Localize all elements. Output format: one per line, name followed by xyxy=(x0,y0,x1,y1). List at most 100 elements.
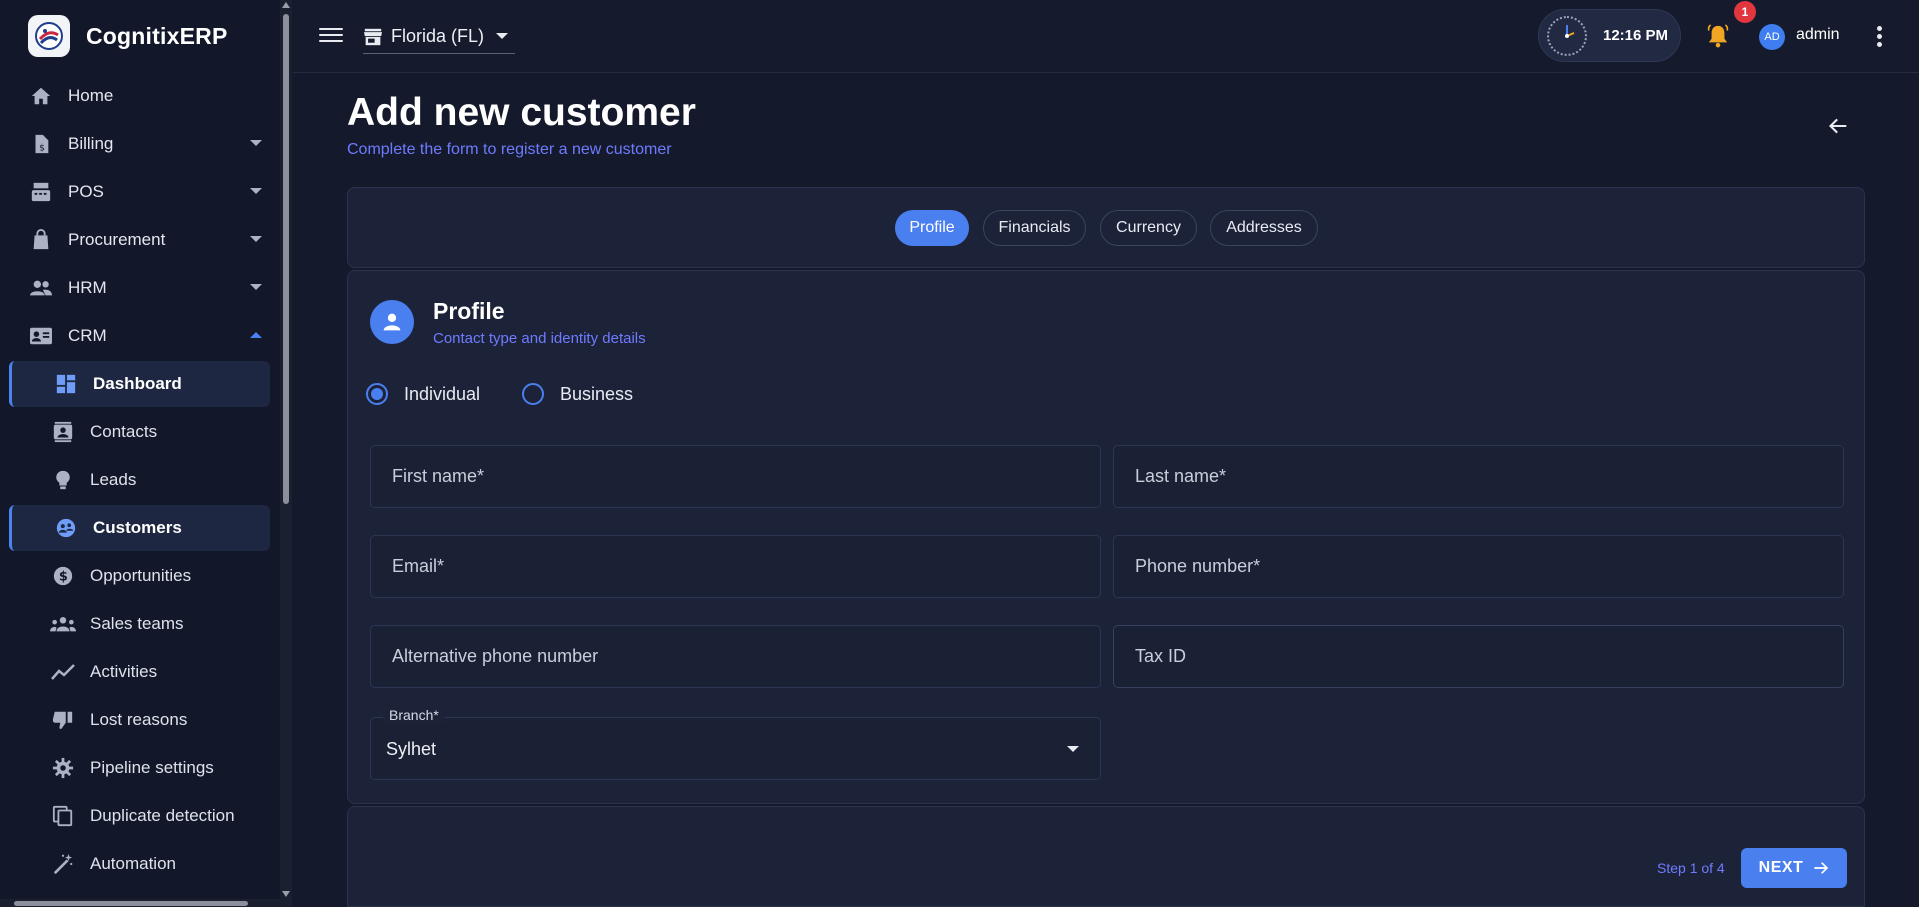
sidebar-item-label: Customers xyxy=(93,518,182,537)
sidebar-item-label: Lost reasons xyxy=(90,710,188,729)
page-subtitle: Complete the form to register a new cust… xyxy=(347,141,672,158)
chevron-down-icon xyxy=(250,188,262,194)
last-name-input[interactable] xyxy=(1114,446,1843,507)
scroll-up-arrow-icon[interactable] xyxy=(282,2,290,8)
last-name-field[interactable] xyxy=(1113,445,1844,508)
phone-field[interactable] xyxy=(1113,535,1844,598)
sidebar-item-activities[interactable]: Activities xyxy=(0,648,280,696)
radio-ring[interactable] xyxy=(366,383,388,405)
radio-individual[interactable]: Individual xyxy=(366,383,480,405)
form-footer: Step 1 of 4 NEXT xyxy=(347,806,1865,907)
thumb-down-icon xyxy=(50,707,76,733)
back-arrow-icon[interactable] xyxy=(1828,116,1848,141)
chevron-down-icon xyxy=(250,140,262,146)
sidebar-item-automation[interactable]: Automation xyxy=(0,840,280,888)
sidebar-item-dashboard[interactable]: Dashboard xyxy=(9,361,270,407)
sidebar-scrollbar[interactable] xyxy=(280,0,292,907)
sidebar-item-label: CRM xyxy=(68,326,107,345)
brand-logo xyxy=(28,15,70,57)
sidebar-item-contacts[interactable]: Contacts xyxy=(0,408,280,456)
wand-icon xyxy=(50,851,76,877)
sidebar-item-leads[interactable]: Leads xyxy=(0,456,280,504)
sidebar-item-lost-reasons[interactable]: Lost reasons xyxy=(0,696,280,744)
sidebar-item-crm[interactable]: CRM xyxy=(0,312,280,360)
first-name-field[interactable] xyxy=(370,445,1101,508)
dashboard-icon xyxy=(53,371,79,397)
menu-icon[interactable] xyxy=(319,24,343,48)
hrm-icon xyxy=(28,275,54,301)
customers-icon xyxy=(53,515,79,541)
horizontal-scroll-thumb[interactable] xyxy=(14,901,248,906)
contacts-icon xyxy=(50,419,76,445)
store-selector[interactable]: Florida (FL) xyxy=(363,20,515,54)
sidebar-horizontal-scrollbar[interactable] xyxy=(0,899,280,907)
scroll-thumb[interactable] xyxy=(283,14,289,504)
copy-icon xyxy=(50,803,76,829)
clock-time: 12:16 PM xyxy=(1603,27,1669,44)
section-title: Profile xyxy=(433,298,505,324)
tab-financials[interactable]: Financials xyxy=(983,210,1086,246)
sidebar-item-hrm[interactable]: HRM xyxy=(0,264,280,312)
tax-id-field[interactable] xyxy=(1113,625,1844,688)
step-indicator: Step 1 of 4 xyxy=(1657,860,1725,876)
sidebar-item-label: POS xyxy=(68,182,104,201)
sidebar-item-pos[interactable]: POS xyxy=(0,168,280,216)
svg-text:$: $ xyxy=(59,570,68,585)
phone-input[interactable] xyxy=(1114,536,1843,597)
sidebar-item-label: Automation xyxy=(90,854,176,873)
brand[interactable]: CognitixERP xyxy=(0,0,291,72)
tax-id-input[interactable] xyxy=(1114,626,1843,687)
brand-name: CognitixERP xyxy=(86,22,228,49)
sidebar-item-opportunities[interactable]: $ Opportunities xyxy=(0,552,280,600)
username[interactable]: admin xyxy=(1796,26,1840,44)
form-tabs: Profile Financials Currency Addresses xyxy=(347,187,1865,268)
pos-icon xyxy=(28,179,54,205)
chevron-down-icon xyxy=(496,32,509,39)
notification-bell-icon[interactable] xyxy=(1707,24,1729,53)
more-vert-icon[interactable] xyxy=(1877,26,1883,50)
avatar[interactable]: AD xyxy=(1759,24,1785,50)
sidebar-item-procurement[interactable]: Procurement xyxy=(0,216,280,264)
email-field[interactable] xyxy=(370,535,1101,598)
lightbulb-icon xyxy=(50,467,76,493)
sidebar-item-label: Contacts xyxy=(90,422,158,441)
gear-icon xyxy=(50,755,76,781)
first-name-input[interactable] xyxy=(371,446,1100,507)
profile-form: Profile Contact type and identity detail… xyxy=(347,270,1865,804)
sidebar-item-label: HRM xyxy=(68,278,107,297)
trend-icon xyxy=(50,659,76,685)
store-icon xyxy=(364,28,382,45)
chevron-up-icon xyxy=(250,332,262,338)
email-input[interactable] xyxy=(371,536,1100,597)
sidebar-item-pipeline-settings[interactable]: Pipeline settings xyxy=(0,744,280,792)
store-name: Florida (FL) xyxy=(391,26,485,46)
radio-business[interactable]: Business xyxy=(522,383,633,405)
tab-addresses[interactable]: Addresses xyxy=(1210,210,1318,246)
radio-label: Business xyxy=(560,383,634,404)
next-button[interactable]: NEXT xyxy=(1741,848,1847,888)
home-icon xyxy=(28,83,54,109)
sidebar-item-duplicate-detection[interactable]: Duplicate detection xyxy=(0,792,280,840)
alt-phone-field[interactable] xyxy=(370,625,1101,688)
arrow-right-icon xyxy=(1814,862,1829,874)
page-title: Add new customer xyxy=(347,91,696,134)
tab-profile[interactable]: Profile xyxy=(895,210,969,246)
chevron-down-icon xyxy=(250,284,262,290)
person-icon xyxy=(370,300,414,344)
sidebar-item-label: Activities xyxy=(90,662,158,681)
scroll-down-arrow-icon[interactable] xyxy=(282,891,290,897)
dollar-icon: $ xyxy=(50,563,76,589)
next-button-label: NEXT xyxy=(1758,859,1804,876)
branch-value: Sylhet xyxy=(386,739,437,759)
branch-select[interactable]: Branch* Sylhet xyxy=(370,707,1101,780)
sidebar: CognitixERP Home $ Billing POS Procureme… xyxy=(0,0,292,907)
sidebar-item-sales-teams[interactable]: Sales teams xyxy=(0,600,280,648)
radio-ring[interactable] xyxy=(522,383,544,405)
tab-currency[interactable]: Currency xyxy=(1100,210,1197,246)
sidebar-item-customers[interactable]: Customers xyxy=(9,505,270,551)
alt-phone-input[interactable] xyxy=(371,626,1100,687)
sidebar-item-home[interactable]: Home xyxy=(0,72,280,120)
sidebar-nav: Home $ Billing POS Procurement HRM CRM D… xyxy=(0,72,280,888)
sidebar-item-billing[interactable]: $ Billing xyxy=(0,120,280,168)
topbar: Florida (FL) 12:16 PM 1 AD admin xyxy=(293,0,1919,73)
